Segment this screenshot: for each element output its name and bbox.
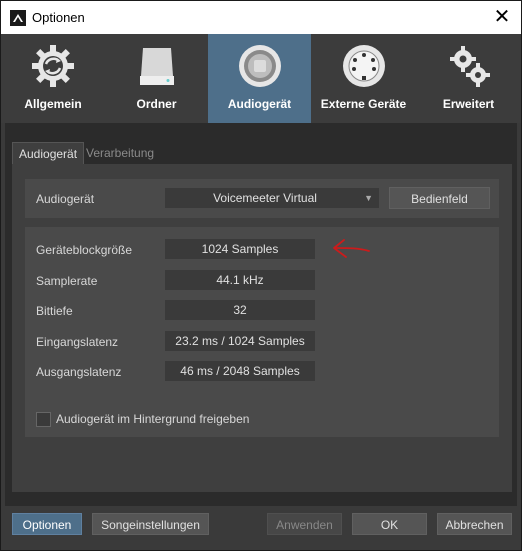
bit-depth-label: Bittiefe (36, 304, 73, 318)
output-latency-field: 46 ms / 2048 Samples (165, 361, 315, 381)
audio-device-value: Voicemeeter Virtual (213, 191, 317, 205)
nav-audio-device[interactable]: Audiogerät (208, 34, 311, 123)
drive-icon (139, 48, 174, 85)
options-dialog: Optionen ✕ Allgemein Ordner Audiogerät E… (0, 0, 522, 551)
song-settings-button[interactable]: Songeinstellungen (92, 513, 209, 535)
ok-button[interactable]: OK (352, 513, 427, 535)
control-panel-button[interactable]: Bedienfeld (389, 187, 490, 209)
cancel-button[interactable]: Abbrechen (437, 513, 512, 535)
nav-label: Audiogerät (227, 97, 292, 111)
block-size-label: Geräteblockgröße (36, 243, 133, 257)
audio-device-select[interactable]: Voicemeeter Virtual ▼ (165, 188, 379, 208)
output-latency-label: Ausgangslatenz (36, 365, 122, 379)
close-button[interactable]: ✕ (489, 5, 515, 29)
sample-rate-label: Samplerate (36, 274, 98, 288)
tab-audio-device[interactable]: Audiogerät (12, 142, 85, 165)
nav-label: Allgemein (24, 97, 82, 111)
nav-general[interactable]: Allgemein (1, 34, 105, 123)
nav-label: Erweitert (442, 97, 495, 111)
nav-external-devices[interactable]: Externe Geräte (311, 34, 416, 123)
gear-sync-icon (32, 45, 74, 87)
input-latency-field: 23.2 ms / 1024 Samples (165, 331, 315, 351)
background-release-checkbox[interactable] (36, 412, 51, 427)
nav-advanced[interactable]: Erweitert (416, 34, 521, 123)
red-arrow-annotation (333, 239, 370, 258)
speaker-icon (238, 45, 281, 87)
input-latency-label: Eingangslatenz (36, 335, 119, 349)
close-icon: ✕ (493, 6, 511, 28)
nav-folders[interactable]: Ordner (105, 34, 208, 123)
bit-depth-field: 32 (165, 300, 315, 320)
midi-din-icon (342, 45, 385, 87)
nav-label: Ordner (136, 97, 177, 111)
sample-rate-field[interactable]: 44.1 kHz (165, 270, 315, 290)
chevron-down-icon: ▼ (364, 193, 373, 203)
app-logo-icon (10, 10, 26, 26)
gears-icon (449, 46, 490, 87)
background-release-label: Audiogerät im Hintergrund freigeben (56, 412, 250, 426)
tab-processing[interactable]: Verarbeitung (80, 142, 160, 164)
options-button[interactable]: Optionen (12, 513, 82, 535)
audio-device-label: Audiogerät (36, 192, 95, 206)
block-size-field[interactable]: 1024 Samples (165, 239, 315, 259)
nav-label: Externe Geräte (320, 97, 407, 111)
window-title: Optionen (32, 10, 85, 25)
apply-button[interactable]: Anwenden (267, 513, 342, 535)
category-nav: Allgemein Ordner Audiogerät Externe Gerä… (1, 34, 521, 123)
title-bar: Optionen ✕ (1, 1, 521, 34)
